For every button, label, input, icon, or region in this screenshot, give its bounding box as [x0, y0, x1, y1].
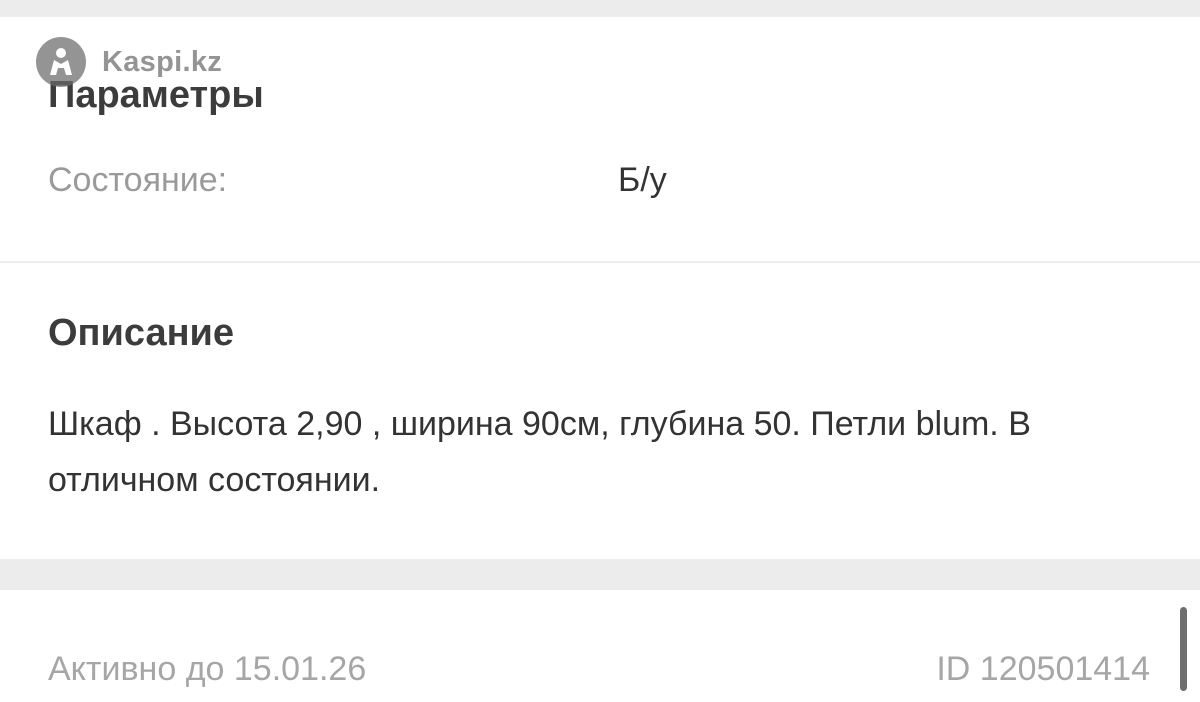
active-until-text: Активно до 15.01.26	[48, 650, 367, 688]
watermark-text: Kaspi.kz	[102, 45, 223, 78]
scrollbar[interactable]	[1180, 607, 1187, 691]
ad-id-text: ID 120501414	[936, 650, 1150, 688]
kaspi-logo-icon	[36, 37, 86, 87]
condition-value: Б/у	[618, 161, 667, 199]
description-heading: Описание	[48, 312, 235, 354]
description-text: Шкаф . Высота 2,90 , ширина 90см, глубин…	[48, 405, 1031, 499]
condition-label: Состояние:	[48, 161, 228, 199]
kaspi-watermark: Kaspi.kz	[36, 37, 222, 87]
